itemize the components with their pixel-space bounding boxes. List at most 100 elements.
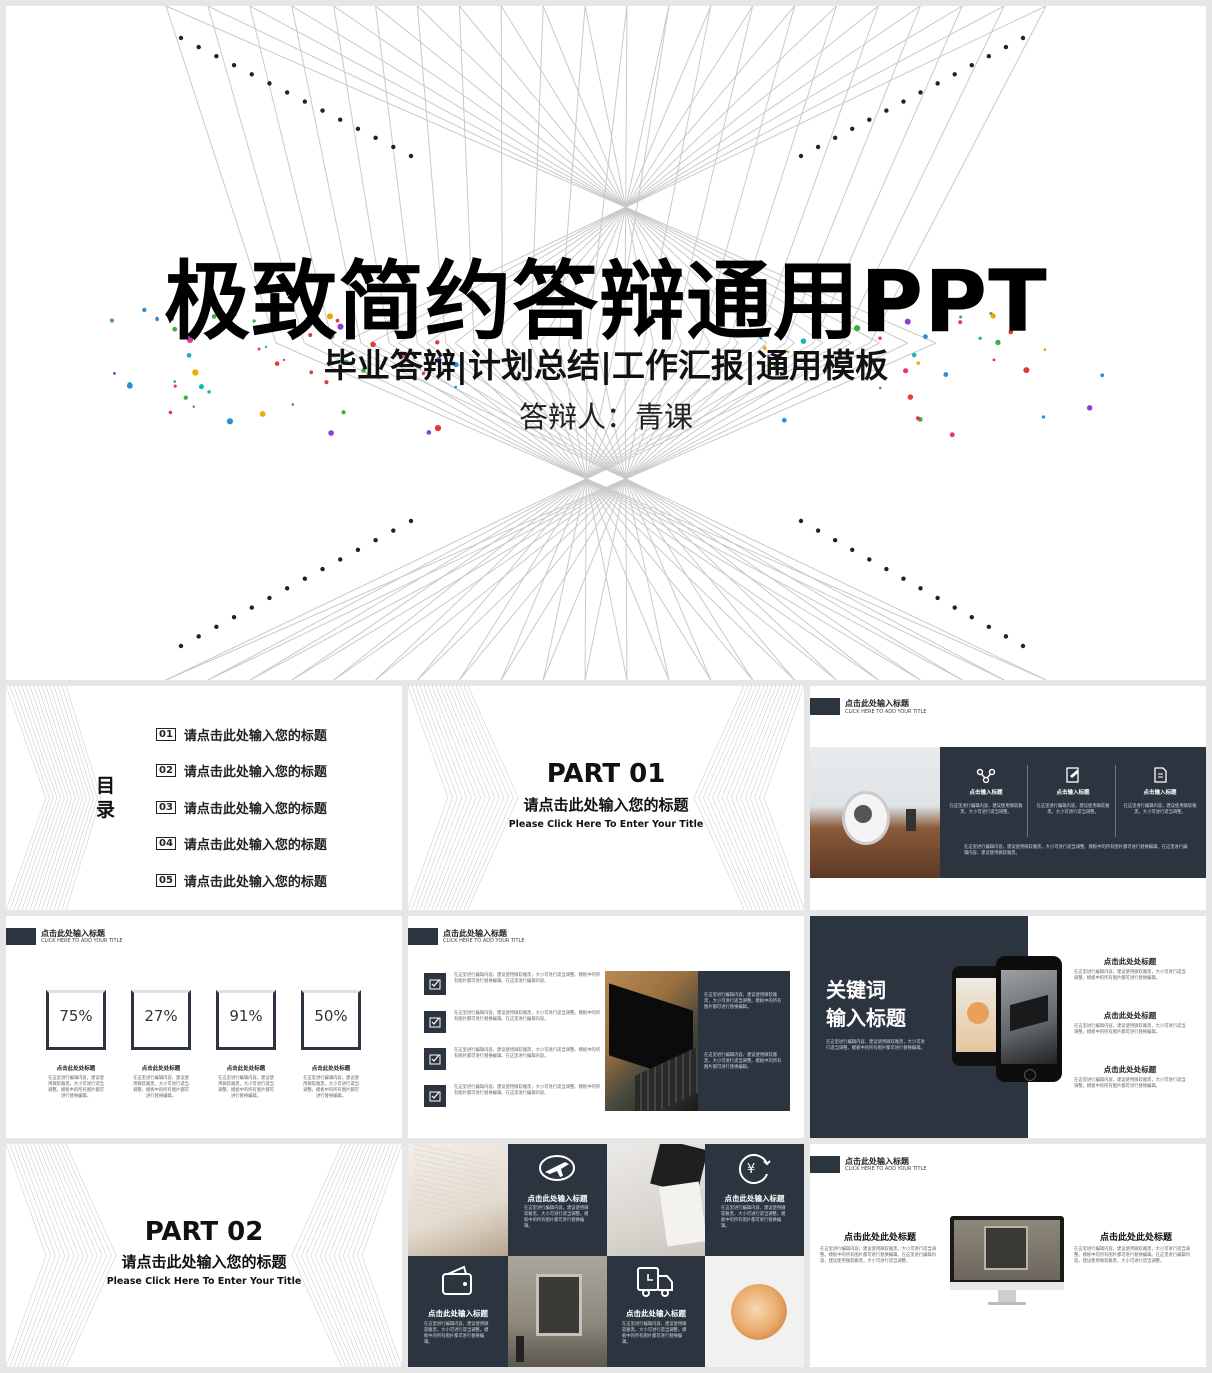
keyword-item[interactable]: 点击此处处标题 在这里进行编辑内容，建议使用微软雅黑，大小可进行适当调整。模板中… <box>1074 1010 1186 1036</box>
grid-card[interactable]: ¥ 点击此处输入标题 在这里进行编辑内容，建议使用微软雅黑，大小可进行适当调整。… <box>705 1144 804 1256</box>
bed-photo <box>607 1144 705 1256</box>
check-icon-box <box>424 1048 446 1070</box>
speaker-photo <box>810 747 940 878</box>
stat-box: 91% <box>216 990 276 1050</box>
stat-text: 在这里进行编辑内容，建议使用微软雅黑，大小可进行适当调整。模板中的所有图片都可进… <box>218 1076 274 1099</box>
keyword-item-title: 点击此处处标题 <box>1103 957 1157 966</box>
monitor-right[interactable]: 点击此处此处标题 在这里进行编辑内容，建议使用微软雅黑，大小可进行适当调整。模板… <box>1074 1230 1198 1265</box>
keyword-item-title: 点击此处处标题 <box>1103 1011 1157 1020</box>
checkbox-icon <box>429 1091 441 1102</box>
part1-english: Please Click Here To Enter Your Title <box>508 819 704 830</box>
toc-slide[interactable]: 目 录 01 请点击此处输入您的标题 02 请点击此处输入您的标题 03 请点击… <box>6 686 402 910</box>
features-panel: 点击输入标题 在这里进行编辑内容，建议使用微软雅黑，大小可进行适当调整。 点击输… <box>940 747 1206 878</box>
monitor-slide[interactable]: 点击此处输入标题 CLICK HERE TO ADD YOUR TITLE 点击… <box>810 1144 1206 1367</box>
feature-label: 点击输入标题 <box>1143 790 1177 796</box>
part1-slide[interactable]: PART 01 请点击此处输入您的标题 Please Click Here To… <box>408 686 804 910</box>
part2-title: 请点击此处输入您的标题 <box>121 1253 287 1271</box>
monitor-right-title: 点击此处此处标题 <box>1099 1233 1172 1243</box>
toc-item[interactable]: 05 请点击此处输入您的标题 <box>156 862 327 899</box>
header-subtitle: CLICK HERE TO ADD YOUR TITLE <box>845 1166 927 1172</box>
book-photo <box>408 1144 508 1256</box>
stat-value: 75% <box>59 1007 93 1025</box>
monitor-device <box>950 1216 1064 1310</box>
toc-item-number: 02 <box>156 764 176 778</box>
grid-card[interactable]: 点击此处输入标题 在这里进行编辑内容，建议使用微软雅黑，大小可进行适当调整。模板… <box>408 1256 508 1367</box>
stats-slide[interactable]: 点击此处输入标题 CLICK HERE TO ADD YOUR TITLE 75… <box>6 916 402 1138</box>
drink-photo <box>705 1256 804 1367</box>
header-subtitle: CLICK HERE TO ADD YOUR TITLE <box>443 938 525 944</box>
header-bar <box>6 928 36 945</box>
check-icon-box <box>424 1011 446 1033</box>
keyword-line2: 输入标题 <box>826 1006 906 1030</box>
icon-grid-slide[interactable]: 点击此处输入标题 在这里进行编辑内容，建议使用微软雅黑，大小可进行适当调整。模板… <box>408 1144 804 1367</box>
checklist-item[interactable]: 在这里进行编辑内容，建议使用微软雅黑，大小可进行适当调整。模板中的所有图片都可进… <box>424 1011 600 1041</box>
feature-item[interactable]: 点击输入标题 在这里进行编辑内容，建议使用微软雅黑，大小可进行适当调整。 <box>946 767 1026 816</box>
grid-card[interactable]: 点击此处输入标题 在这里进行编辑内容，建议使用微软雅黑，大小可进行适当调整。模板… <box>607 1256 705 1367</box>
feature-divider <box>1027 765 1028 837</box>
feature-item[interactable]: 点击输入标题 在这里进行编辑内容，建议使用微软雅黑，大小可进行适当调整。 <box>1120 767 1200 816</box>
stat-item[interactable]: 91% 点击此处处标题 在这里进行编辑内容，建议使用微软雅黑，大小可进行适当调整… <box>216 990 276 1100</box>
stat-title: 点击此处处标题 <box>311 1066 351 1072</box>
plane-icon <box>539 1155 575 1181</box>
stat-item[interactable]: 50% 点击此处处标题 在这里进行编辑内容，建议使用微软雅黑，大小可进行适当调整… <box>301 990 361 1100</box>
keyword-slide[interactable]: 关键词 输入标题 在这里进行编辑内容，建议使用微软雅黑，大小可进行适当调整。模板… <box>810 916 1206 1138</box>
toc-item-number: 01 <box>156 727 176 741</box>
keyword-line1: 关键词 <box>826 978 886 1002</box>
toc-item-label: 请点击此处输入您的标题 <box>183 765 327 781</box>
yen-icon: ¥ <box>739 1154 771 1184</box>
header-subtitle: CLICK HERE TO ADD YOUR TITLE <box>41 938 123 944</box>
checklist-item[interactable]: 在这里进行编辑内容，建议使用微软雅黑，大小可进行适当调整。模板中的所有图片都可进… <box>424 1048 600 1078</box>
stat-item[interactable]: 75% 点击此处处标题 在这里进行编辑内容，建议使用微软雅黑，大小可进行适当调整… <box>46 990 106 1100</box>
feature-label: 点击输入标题 <box>969 790 1003 796</box>
document-icon <box>1154 767 1167 783</box>
truck-icon <box>637 1267 673 1297</box>
stat-text: 在这里进行编辑内容，建议使用微软雅黑，大小可进行适当调整。模板中的所有图片都可进… <box>48 1076 104 1099</box>
monitor-left[interactable]: 点击此处此处标题 在这里进行编辑内容，建议使用微软雅黑，大小可进行适当调整。模板… <box>820 1230 940 1265</box>
grid-card-title: 点击此处输入标题 <box>626 1309 686 1318</box>
keyword-item[interactable]: 点击此处处标题 在这里进行编辑内容，建议使用微软雅黑，大小可进行适当调整。模板中… <box>1074 1064 1186 1090</box>
monitor-right-text: 在这里进行编辑内容，建议使用微软雅黑，大小可进行适当调整。模板中的所有图片都可进… <box>1074 1247 1191 1264</box>
toc-heading-line2: 录 <box>96 799 116 821</box>
keyword-item-title: 点击此处处标题 <box>1103 1065 1157 1074</box>
keyword-item[interactable]: 点击此处处标题 在这里进行编辑内容，建议使用微软雅黑，大小可进行适当调整。模板中… <box>1074 956 1186 982</box>
checklist-item[interactable]: 在这里进行编辑内容，建议使用微软雅黑，大小可进行适当调整。模板中的所有图片都可进… <box>424 973 600 1003</box>
keyword-item-text: 在这里进行编辑内容，建议使用微软雅黑，大小可进行适当调整。模板中的所有图片都可进… <box>1074 1078 1186 1089</box>
feature-item[interactable]: 点击输入标题 在这里进行编辑内容，建议使用微软雅黑，大小可进行适当调整。 <box>1033 767 1113 816</box>
checklist-slide[interactable]: 点击此处输入标题 CLICK HERE TO ADD YOUR TITLE 在这… <box>408 916 804 1138</box>
part2-slide[interactable]: PART 02 请点击此处输入您的标题 Please Click Here To… <box>6 1144 402 1367</box>
grid-card[interactable]: 点击此处输入标题 在这里进行编辑内容，建议使用微软雅黑，大小可进行适当调整。模板… <box>508 1144 607 1256</box>
stat-box: 75% <box>46 990 106 1050</box>
street-photo <box>508 1256 607 1367</box>
toc-item-label: 请点击此处输入您的标题 <box>183 838 327 854</box>
toc-item[interactable]: 03 请点击此处输入您的标题 <box>156 789 327 826</box>
edit-icon <box>1066 767 1079 783</box>
laptop-photo <box>605 971 698 1111</box>
grid-card-title: 点击此处输入标题 <box>428 1309 488 1318</box>
toc-item[interactable]: 01 请点击此处输入您的标题 <box>156 716 327 753</box>
stat-text: 在这里进行编辑内容，建议使用微软雅黑，大小可进行适当调整。模板中的所有图片都可进… <box>133 1076 189 1099</box>
header-title: 点击此处输入标题 <box>845 699 909 708</box>
stat-title: 点击此处处标题 <box>141 1066 181 1072</box>
feature-text: 在这里进行编辑内容，建议使用微软雅黑，大小可进行适当调整。 <box>1123 804 1197 815</box>
grid-card-title: 点击此处输入标题 <box>527 1194 588 1203</box>
grid-card-text: 在这里进行编辑内容，建议使用微软雅黑，大小可进行适当调整。模板中的所有图片都可进… <box>622 1322 687 1345</box>
checklist-text: 在这里进行编辑内容，建议使用微软雅黑，大小可进行适当调整。模板中的所有图片都可进… <box>454 1085 601 1096</box>
cover-slide[interactable]: 极致简约答辩通用PPT 毕业答辩|计划总结|工作汇报|通用模板 答辩人：青课 <box>6 6 1206 680</box>
toc-item[interactable]: 02 请点击此处输入您的标题 <box>156 753 327 790</box>
stat-title: 点击此处处标题 <box>56 1066 96 1072</box>
cover-subtitle: 毕业答辩|计划总结|工作汇报|通用模板 <box>323 346 889 385</box>
stat-item[interactable]: 27% 点击此处处标题 在这里进行编辑内容，建议使用微软雅黑，大小可进行适当调整… <box>131 990 191 1100</box>
checklist-item[interactable]: 在这里进行编辑内容，建议使用微软雅黑，大小可进行适当调整。模板中的所有图片都可进… <box>424 1085 600 1115</box>
grid-card-text: 在这里进行编辑内容，建议使用微软雅黑，大小可进行适当调整。模板中的所有图片都可进… <box>424 1322 489 1345</box>
checkbox-icon <box>429 979 441 990</box>
features-slide[interactable]: 点击此处输入标题 CLICK HERE TO ADD YOUR TITLE 点击… <box>810 686 1206 910</box>
features-long-text: 在这里进行编辑内容，建议使用微软雅黑，大小可进行适当调整。模板中的所有图片都可进… <box>964 845 1188 856</box>
stat-box: 50% <box>301 990 361 1050</box>
stat-value: 50% <box>314 1007 348 1025</box>
checklist-text: 在这里进行编辑内容，建议使用微软雅黑，大小可进行适当调整。模板中的所有图片都可进… <box>454 1048 601 1059</box>
cover-presenter: 答辩人：青课 <box>518 400 693 434</box>
panel-text: 在这里进行编辑内容，建议使用微软雅黑，大小可进行适当调整。模板中的所有图片都可进… <box>704 1053 782 1070</box>
toc-item[interactable]: 04 请点击此处输入您的标题 <box>156 826 327 863</box>
header-bar <box>810 1156 840 1173</box>
stat-value: 27% <box>144 1007 178 1025</box>
